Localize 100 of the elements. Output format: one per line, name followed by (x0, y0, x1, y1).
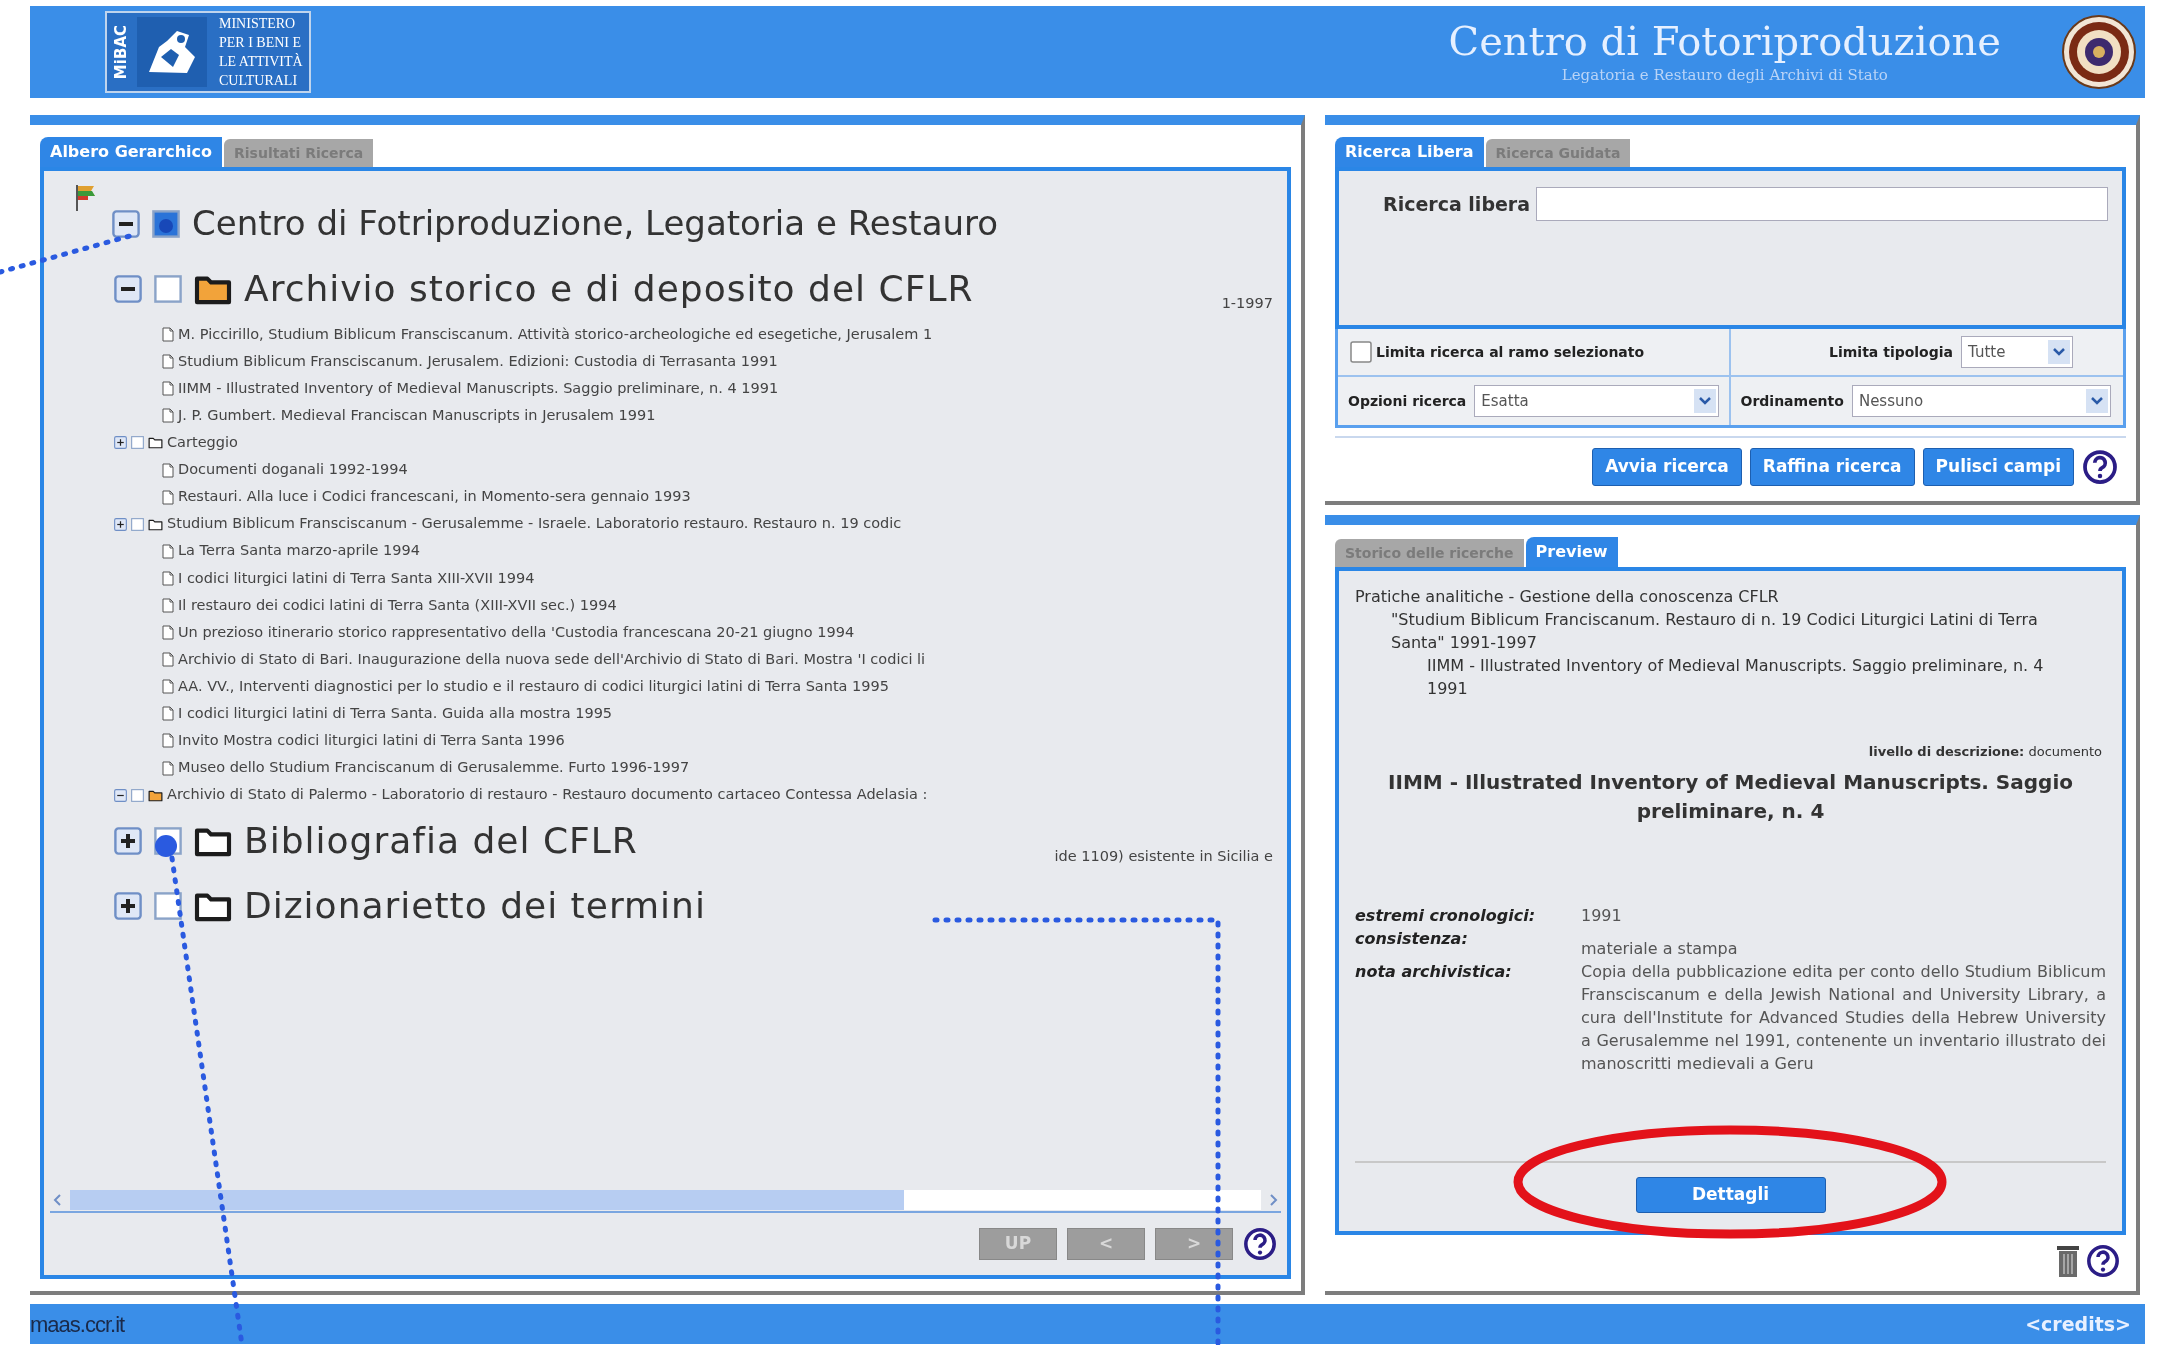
annotation-dot (155, 835, 177, 857)
action-button[interactable]: Avvia ricerca (1592, 448, 1742, 486)
field-label: consistenza: (1355, 927, 1469, 950)
tree-item-label[interactable]: IIMM - Illustrated Inventory of Medieval Manuscripts. Saggio preliminare, n. 4 1991 (178, 377, 779, 400)
document-icon (162, 625, 174, 641)
document-icon (162, 598, 174, 613)
checkbox[interactable] (131, 788, 144, 802)
site-link[interactable]: maas.ccr.it (30, 1307, 125, 1341)
tree-item-label: 1-1997 (1221, 294, 1274, 314)
tree-item-label[interactable]: M. Piccirillo, Studium Biblicum Fransciscanum. Attività storico-archeologiche ed esegetiche, Jerusalem 1 (178, 323, 933, 346)
ministry-name-line: PER I BENI E (219, 34, 303, 52)
document-icon (162, 570, 174, 586)
site-subtitle: Legatoria e Restauro degli Archivi di Stato (1561, 64, 1888, 86)
collapse-toggle[interactable] (114, 274, 142, 303)
field-value: Copia della pubblicazione edita per conto dello Studium Biblicum Fransciscanum e della Jewish National and University Library, a cura dell'Institute for Advanced Studies della Hebrew University a Gerusalemme nel 1991, contenente un inventario illustrato dei manoscritti medievali a Geru (1581, 960, 2106, 1075)
site-title: Centro di Fotoriproduzione (1448, 17, 2001, 64)
trash-icon[interactable] (2054, 1244, 2082, 1278)
seal-icon (2061, 14, 2137, 90)
tree-item-label[interactable]: Studium Biblicum Fransciscanum. Jerusalem. Edizioni: Custodia di Terrasanta 1991 (178, 350, 778, 373)
checkbox[interactable] (1350, 341, 1372, 363)
tree-item-label[interactable]: Restauri. Alla luce i Codici francescani, in Momento-sera gennaio 1993 (178, 486, 691, 508)
field-value: 1991 (1581, 904, 1623, 927)
tree-item-label[interactable]: J. P. Gumbert. Medieval Franciscan Manuscripts in Jerusalem 1991 (178, 404, 656, 427)
tree-item-label[interactable]: Il restauro dei codici latini di Terra Santa (XIII-XVII sec.) 1994 (178, 594, 617, 617)
horizontal-scrollbar[interactable] (50, 1189, 1281, 1213)
ministry-name-line: CULTURALI (219, 72, 299, 90)
document-icon (162, 489, 174, 505)
ministry-name-line: LE ATTIVITÀ (219, 52, 303, 71)
field-value: materiale a stampa (1581, 937, 1739, 960)
document-icon (162, 760, 174, 776)
breadcrumb-text: IIMM - Illustrated Inventory of Medieval Manuscripts. Saggio preliminare, n. 4 1991 (1427, 655, 2045, 700)
field-label: Opzioni ricerca (1348, 391, 1467, 411)
checkbox[interactable] (154, 274, 182, 303)
document-icon (162, 408, 174, 424)
breadcrumb-text: "Studium Biblicum Franciscanum. Restauro di n. 19 Codici Liturgici Latini di Terra Santa" 1991-1997 (1391, 609, 2039, 654)
tree-item-label[interactable]: I codici liturgici latini di Terra Santa XIII-XVII 1994 (178, 567, 535, 590)
tree-item-label[interactable]: Archivio di Stato di Bari. Inaugurazione della nuova sede dell'Archivio di Stato di Bari. Mostra 'I codici li (178, 648, 926, 671)
folder-icon (148, 517, 163, 531)
checkbox-label: Limita ricerca al ramo selezionato (1376, 342, 1645, 362)
document-icon (162, 679, 174, 695)
document-icon (162, 327, 174, 343)
document-icon (162, 381, 174, 397)
tab[interactable]: Albero Gerarchico (40, 137, 223, 167)
record-title: IIMM - Illustrated Inventory of Medieval Manuscripts. Saggio preliminare, n. 4 (1387, 768, 2074, 825)
folder-icon (148, 436, 163, 450)
logo-badge-text: MiBAC (111, 24, 131, 80)
tab[interactable]: Preview (1525, 537, 1618, 567)
field-label: nota archivistica: (1355, 960, 1513, 983)
select-field[interactable]: Nessuno (1851, 385, 2111, 417)
tree-item-label[interactable]: Archivio di Stato di Palermo - Laboratorio di restauro - Restauro documento cartaceo Contessa Adelasia : (167, 784, 928, 806)
tree-item-label[interactable]: Carteggio (167, 432, 238, 454)
document-icon (162, 652, 174, 668)
collapse-toggle[interactable] (112, 209, 140, 238)
tree-item-label[interactable]: Documenti doganali 1992-1994 (178, 459, 408, 481)
tree-item-label[interactable]: I codici liturgici latini di Terra Santa. Guida alla mostra 1995 (178, 703, 613, 725)
field-label: Ricerca libera (1383, 192, 1531, 217)
field-label: estremi cronologici: (1355, 904, 1537, 927)
action-button[interactable]: Pulisci campi (1922, 448, 2074, 486)
tab[interactable]: Ricerca Libera (1335, 137, 1484, 167)
tree-item-label[interactable]: Dizionarietto dei termini (244, 879, 706, 934)
tree-item-label[interactable]: Centro di Fotriproduzione, Legatoria e Restauro (192, 198, 999, 249)
breadcrumb-text: Pratiche analitiche - Gestione della conoscenza CFLR (1355, 586, 1780, 608)
tree-item-label[interactable]: Museo dello Studium Franciscanum di Gerusalemme. Furto 1996-1997 (178, 757, 690, 779)
tree-item-label[interactable]: Invito Mostra codici liturgici latini di Terra Santa 1996 (178, 730, 565, 752)
document-icon (162, 733, 174, 749)
expand-toggle[interactable] (114, 436, 127, 450)
document-icon (162, 354, 174, 370)
help-icon[interactable] (1243, 1227, 1277, 1261)
tree-item-label[interactable]: La Terra Santa marzo-aprile 1994 (178, 540, 420, 563)
checkbox[interactable] (154, 892, 182, 921)
tree-item-label[interactable]: Un prezioso itinerario storico rappresentativo della 'Custodia francescana 20-21 giugno 1994 (178, 621, 855, 644)
checkbox[interactable] (152, 209, 180, 238)
select-field[interactable]: Esatta (1474, 385, 1719, 417)
document-icon (162, 706, 174, 722)
field-label: Ordinamento (1740, 391, 1844, 411)
document-icon (162, 462, 174, 478)
help-icon[interactable] (2086, 1244, 2120, 1278)
tree-item-label[interactable]: AA. VV., Interventi diagnostici per lo studio e il restauro di codici liturgici latini di Terra Santa 1995 (178, 675, 889, 698)
tree-item-label[interactable]: Bibliografia del CFLR (244, 814, 638, 869)
search-field[interactable] (1536, 187, 2108, 221)
help-icon[interactable] (2082, 449, 2118, 485)
ministry-logo (137, 17, 207, 87)
select-field[interactable]: Tutte (1961, 336, 2073, 368)
document-icon (162, 543, 174, 559)
details-button[interactable]: Dettagli (1635, 1177, 1826, 1213)
scrollbar-thumb[interactable] (70, 1190, 904, 1210)
tree-item-label: ide 1109) esistente in Sicilia e (1054, 846, 1274, 866)
expand-toggle[interactable] (114, 892, 142, 921)
action-button[interactable]: Raffina ricerca (1749, 448, 1915, 486)
expand-toggle[interactable] (114, 517, 127, 531)
description-level: livello di descrizione: documento (1867, 743, 2103, 761)
checkbox[interactable] (131, 517, 144, 531)
checkbox[interactable] (131, 436, 144, 450)
ministry-name-line: MINISTERO (219, 15, 297, 33)
field-label: Limita tipologia (1829, 342, 1953, 362)
folder-icon (148, 788, 163, 802)
expand-toggle[interactable] (114, 827, 142, 856)
collapse-toggle[interactable] (114, 788, 127, 802)
tree-item-label[interactable]: Archivio storico e di deposito del CFLR (244, 261, 974, 316)
tree-item-label[interactable]: Studium Biblicum Fransciscanum - Gerusalemme - Israele. Laboratorio restauro. Restauro n. 19 codic (167, 513, 902, 536)
